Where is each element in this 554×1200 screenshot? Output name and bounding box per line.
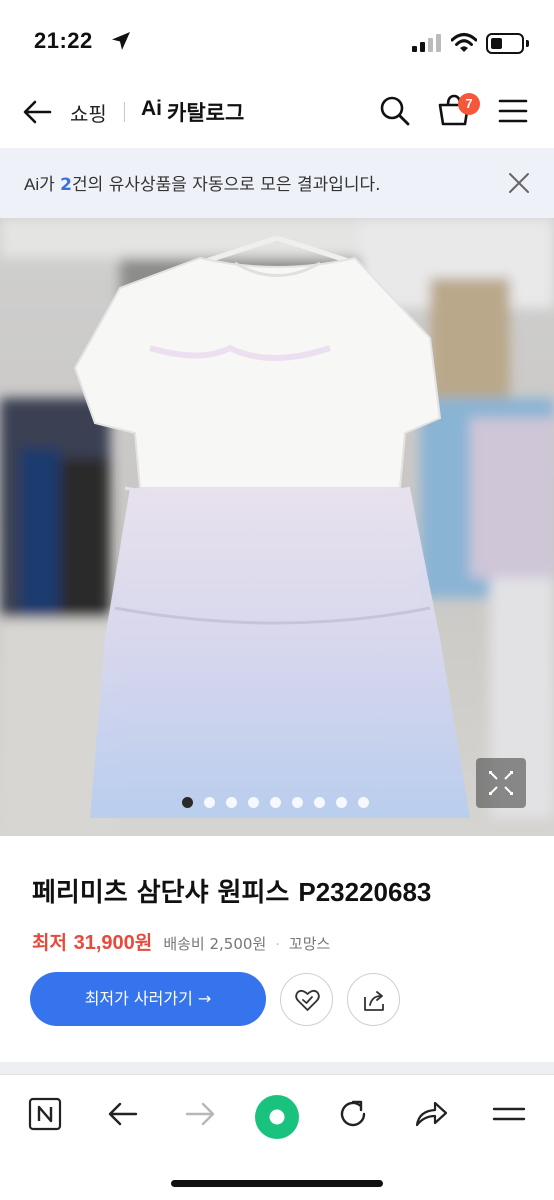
wifi-icon: [451, 33, 477, 52]
shipping-fee: 배송비 2,500원: [163, 935, 267, 953]
banner-text-after: 건의 유사상품을 자동으로 모은 결과입니다.: [72, 175, 381, 195]
price-label: 최저: [32, 932, 74, 954]
pagination-dot[interactable]: [314, 797, 325, 808]
price-value: 31,900: [73, 932, 135, 954]
naver-n-icon[interactable]: [28, 1097, 62, 1131]
pagination-dot[interactable]: [270, 797, 281, 808]
hamburger-menu-icon[interactable]: [498, 98, 528, 124]
ai-banner-message: Ai가 2건의 유사상품을 자동으로 모은 결과입니다.: [24, 170, 381, 195]
buy-lowest-price-button[interactable]: 최저가 사러가기 →: [30, 972, 266, 1026]
price-unit: 원: [134, 932, 153, 954]
share-button[interactable]: [347, 973, 400, 1026]
banner-result-count: 2: [60, 175, 73, 195]
product-title-text: 페리미츠 삼단샤 원피스: [32, 878, 299, 908]
shopping-link[interactable]: 쇼핑: [70, 98, 107, 127]
back-arrow-icon[interactable]: [106, 1097, 140, 1131]
menu-lines-icon[interactable]: [492, 1097, 526, 1131]
top-navigation: 쇼핑 Ai 카탈로그 7: [0, 80, 554, 146]
price-row: 최저 31,900원 배송비 2,500원 · 꼬망스: [32, 928, 330, 954]
home-indicator: [171, 1180, 383, 1187]
forward-arrow-icon[interactable]: [183, 1097, 217, 1131]
close-icon[interactable]: [508, 172, 530, 194]
product-photo: [0, 218, 554, 836]
banner-text-before: 가: [39, 175, 61, 195]
pagination-dot[interactable]: [292, 797, 303, 808]
page-title: 카탈로그: [167, 101, 245, 125]
pagination-dot[interactable]: [226, 797, 237, 808]
product-image[interactable]: [0, 218, 554, 836]
refresh-icon[interactable]: [336, 1097, 370, 1131]
banner-ai-prefix: Ai: [24, 175, 40, 194]
status-time: 21:22: [34, 28, 93, 53]
search-icon[interactable]: [378, 94, 412, 128]
pagination-dot[interactable]: [204, 797, 215, 808]
battery-cap: [526, 40, 529, 47]
product-code: P23220683: [298, 877, 432, 907]
share-icon: [364, 991, 384, 1011]
location-arrow-icon: [112, 32, 130, 50]
ai-logo-text: Ai: [141, 97, 162, 120]
back-arrow-icon[interactable]: [20, 94, 56, 130]
status-bar: 21:22: [0, 0, 554, 80]
green-dot-icon[interactable]: [254, 1094, 300, 1140]
expand-image-button[interactable]: [476, 758, 526, 808]
pagination-dot[interactable]: [248, 797, 259, 808]
pagination-dot[interactable]: [182, 797, 193, 808]
ai-result-banner: Ai가 2건의 유사상품을 자동으로 모은 결과입니다.: [0, 148, 554, 218]
section-divider: [0, 1062, 554, 1074]
favorite-button[interactable]: [280, 973, 333, 1026]
image-pagination-dots: [182, 797, 369, 809]
cart-count-badge: 7: [458, 93, 480, 115]
seller-name[interactable]: 꼬망스: [289, 935, 330, 953]
separator: ·: [275, 937, 280, 953]
header-divider: [124, 102, 125, 122]
pagination-dot[interactable]: [336, 797, 347, 808]
cellular-signal-icon: [412, 34, 442, 52]
pagination-dot[interactable]: [358, 797, 369, 808]
battery-icon: [486, 33, 524, 54]
expand-icon: [489, 771, 513, 795]
share-arrow-icon[interactable]: [413, 1097, 449, 1131]
product-title: 페리미츠 삼단샤 원피스 P23220683: [32, 872, 431, 909]
heart-check-icon: [295, 989, 320, 1011]
